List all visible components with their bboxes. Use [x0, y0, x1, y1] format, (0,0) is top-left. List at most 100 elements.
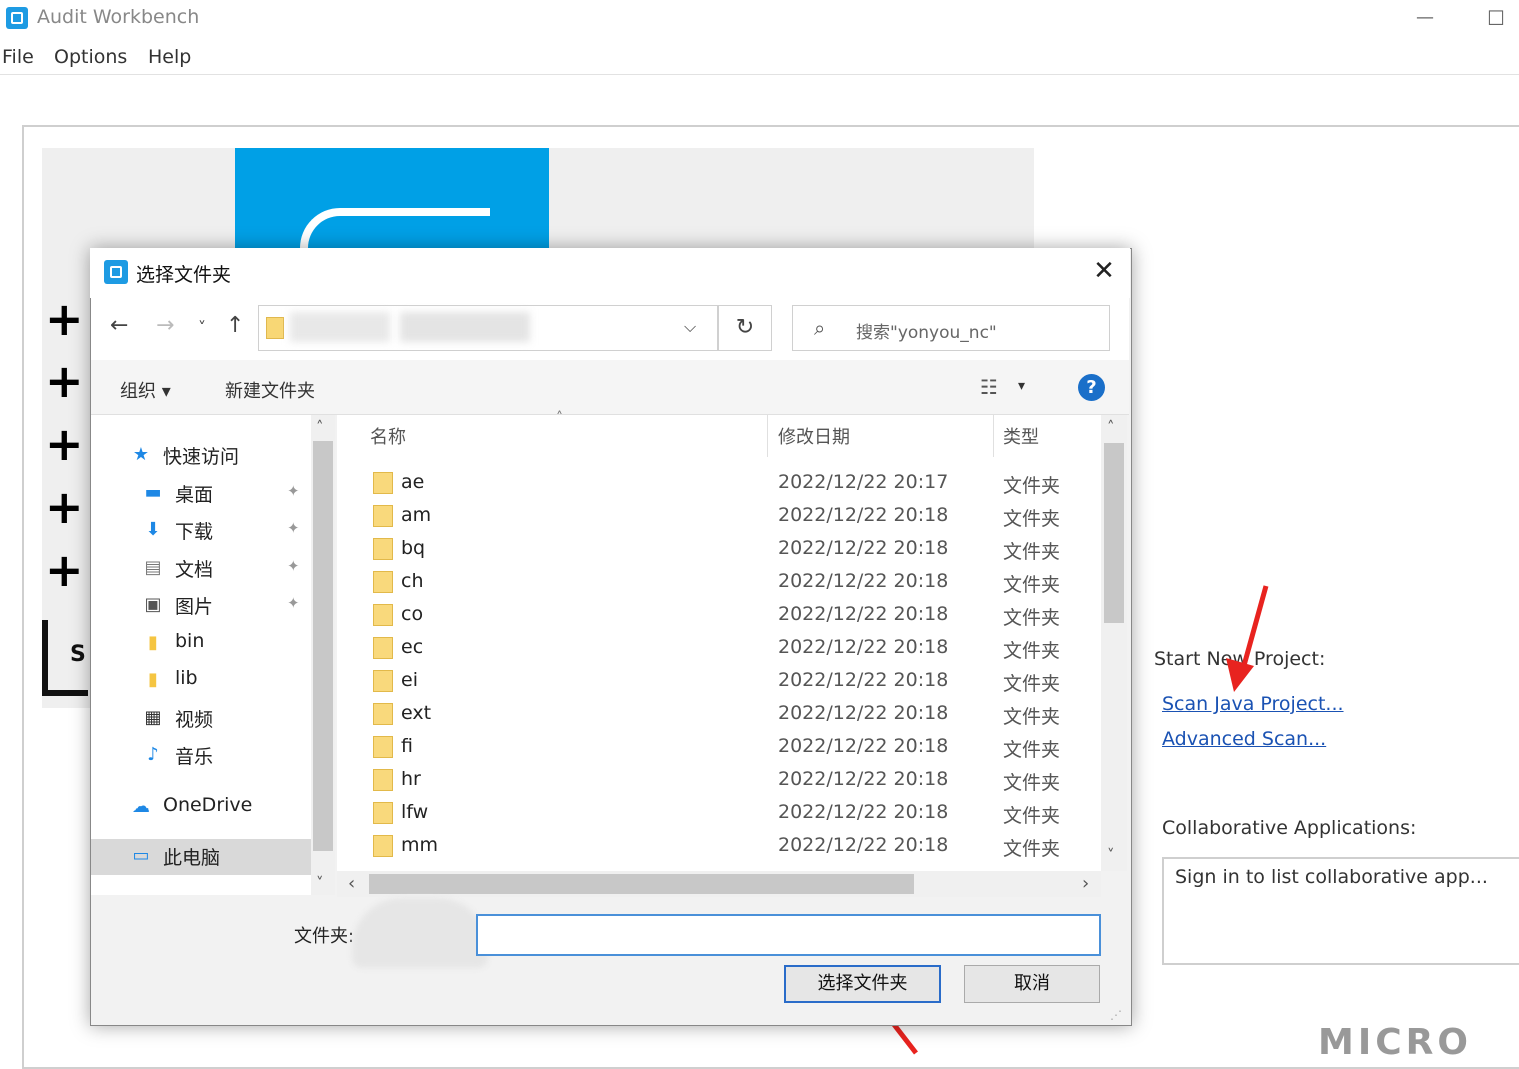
add-icon[interactable]: +: [45, 484, 84, 530]
file-name: fi: [401, 735, 413, 757]
add-icon[interactable]: +: [45, 296, 84, 342]
file-row[interactable]: am 2022/12/22 20:18 文件夹: [337, 500, 1101, 533]
chevron-down-icon[interactable]: ⌵: [684, 317, 696, 337]
file-modified-date: 2022/12/22 20:18: [778, 834, 949, 856]
search-icon: ⌕: [814, 316, 826, 340]
file-row[interactable]: fi 2022/12/22 20:18 文件夹: [337, 731, 1101, 764]
scroll-left-icon[interactable]: ‹: [348, 873, 355, 894]
file-name: ch: [401, 570, 424, 592]
folder-icon: [373, 571, 393, 593]
nav-item-icon: ▤: [144, 557, 162, 578]
nav-item[interactable]: ▬ 桌面 ✦: [91, 476, 311, 512]
folder-icon: [373, 802, 393, 824]
file-row[interactable]: mm 2022/12/22 20:18 文件夹: [337, 830, 1101, 863]
file-row[interactable]: lfw 2022/12/22 20:18 文件夹: [337, 797, 1101, 830]
add-icon[interactable]: +: [45, 421, 84, 467]
annotation-arrow-icon: [1226, 585, 1269, 692]
address-path-redacted: [400, 312, 530, 342]
scroll-up-icon[interactable]: ˄: [1107, 418, 1115, 436]
folder-icon: [373, 670, 393, 692]
folder-icon: [373, 703, 393, 725]
dialog-app-icon: [104, 260, 128, 284]
file-type: 文件夹: [1003, 838, 1061, 860]
menu-help[interactable]: Help: [148, 46, 191, 68]
file-row[interactable]: ec 2022/12/22 20:18 文件夹: [337, 632, 1101, 665]
pin-icon: ✦: [287, 594, 300, 612]
file-row[interactable]: co 2022/12/22 20:18 文件夹: [337, 599, 1101, 632]
resize-grip-icon[interactable]: ⋰: [1110, 1008, 1122, 1022]
nav-item-label: 音乐: [175, 746, 214, 768]
scroll-right-icon[interactable]: ›: [1082, 873, 1089, 894]
menu-options[interactable]: Options: [54, 46, 127, 68]
file-list-vertical-scrollbar[interactable]: [1101, 415, 1127, 871]
nav-item-icon: ▮: [148, 632, 158, 653]
select-folder-button[interactable]: 选择文件夹: [784, 965, 941, 1003]
file-row[interactable]: hr 2022/12/22 20:18 文件夹: [337, 764, 1101, 797]
scrollbar-thumb[interactable]: [1104, 443, 1124, 623]
organize-menu[interactable]: 组织 ▾: [120, 377, 171, 403]
file-row[interactable]: ae 2022/12/22 20:17 文件夹: [337, 467, 1101, 500]
file-type: 文件夹: [1003, 541, 1061, 563]
file-row[interactable]: bq 2022/12/22 20:18 文件夹: [337, 533, 1101, 566]
close-icon[interactable]: ✕: [1090, 256, 1118, 286]
collaborative-apps-label: Collaborative Applications:: [1162, 817, 1417, 839]
nav-item[interactable]: ★ 快速访问: [91, 438, 311, 474]
add-icon[interactable]: +: [45, 547, 84, 593]
scroll-down-icon[interactable]: ˅: [316, 874, 324, 892]
view-options-icon[interactable]: ☷: [980, 375, 998, 399]
nav-item[interactable]: ▮ bin: [91, 626, 311, 662]
nav-item-label: 文档: [175, 559, 214, 581]
maximize-icon[interactable]: ☐: [1484, 6, 1508, 30]
scrollbar-thumb[interactable]: [369, 874, 914, 894]
up-folder-icon[interactable]: ↑: [226, 313, 244, 338]
column-header-type[interactable]: 类型: [1003, 423, 1039, 449]
file-row[interactable]: ext 2022/12/22 20:18 文件夹: [337, 698, 1101, 731]
column-divider[interactable]: [767, 415, 768, 457]
nav-item[interactable]: ▭ 此电脑: [91, 839, 311, 875]
menu-file[interactable]: File: [2, 46, 34, 68]
dialog-title-bar: [90, 248, 1130, 298]
column-divider[interactable]: [993, 415, 994, 457]
scroll-down-icon[interactable]: ˅: [1107, 846, 1115, 864]
nav-pane-scrollbar[interactable]: [311, 415, 335, 895]
vendor-watermark: MICRO: [1318, 1022, 1472, 1063]
advanced-scan-link[interactable]: Advanced Scan...: [1162, 728, 1326, 750]
chevron-down-icon[interactable]: ▾: [1018, 378, 1025, 394]
minimize-icon[interactable]: —: [1412, 6, 1438, 30]
folder-icon: [373, 472, 393, 494]
refresh-button[interactable]: ↻: [718, 305, 772, 351]
column-header-date[interactable]: 修改日期: [778, 423, 850, 449]
add-icon[interactable]: +: [45, 358, 84, 404]
folder-icon: [373, 538, 393, 560]
nav-item-icon: ♪: [147, 744, 159, 765]
file-name: co: [401, 603, 424, 625]
column-header-name[interactable]: 名称: [370, 423, 406, 449]
folder-name-input[interactable]: [476, 914, 1101, 956]
file-modified-date: 2022/12/22 20:18: [778, 603, 949, 625]
nav-item-label: 快速访问: [163, 446, 240, 468]
dialog-title: 选择文件夹: [136, 264, 232, 286]
file-modified-date: 2022/12/22 20:18: [778, 570, 949, 592]
help-icon[interactable]: ?: [1078, 374, 1105, 401]
file-row[interactable]: ch 2022/12/22 20:18 文件夹: [337, 566, 1101, 599]
file-name: ae: [401, 471, 425, 493]
file-modified-date: 2022/12/22 20:18: [778, 537, 949, 559]
nav-item[interactable]: ▣ 图片 ✦: [91, 588, 311, 624]
nav-item[interactable]: ⬇ 下载 ✦: [91, 513, 311, 549]
new-folder-button[interactable]: 新建文件夹: [225, 377, 315, 403]
nav-item[interactable]: ▤ 文档 ✦: [91, 551, 311, 587]
scroll-up-icon[interactable]: ˄: [316, 418, 324, 436]
file-row[interactable]: ei 2022/12/22 20:18 文件夹: [337, 665, 1101, 698]
recent-locations-icon[interactable]: ˅: [198, 318, 206, 337]
forward-icon[interactable]: →: [156, 313, 174, 338]
back-icon[interactable]: ←: [110, 313, 128, 338]
nav-item[interactable]: ▦ 视频: [91, 701, 311, 737]
cancel-button[interactable]: 取消: [964, 965, 1100, 1003]
file-list-horizontal-scrollbar[interactable]: [337, 871, 1101, 897]
nav-item[interactable]: ▮ lib: [91, 663, 311, 699]
nav-item[interactable]: ☁ OneDrive: [91, 790, 311, 826]
file-name: hr: [401, 768, 421, 790]
file-name: bq: [401, 537, 426, 559]
scrollbar-thumb[interactable]: [313, 441, 333, 851]
nav-item[interactable]: ♪ 音乐: [91, 738, 311, 774]
